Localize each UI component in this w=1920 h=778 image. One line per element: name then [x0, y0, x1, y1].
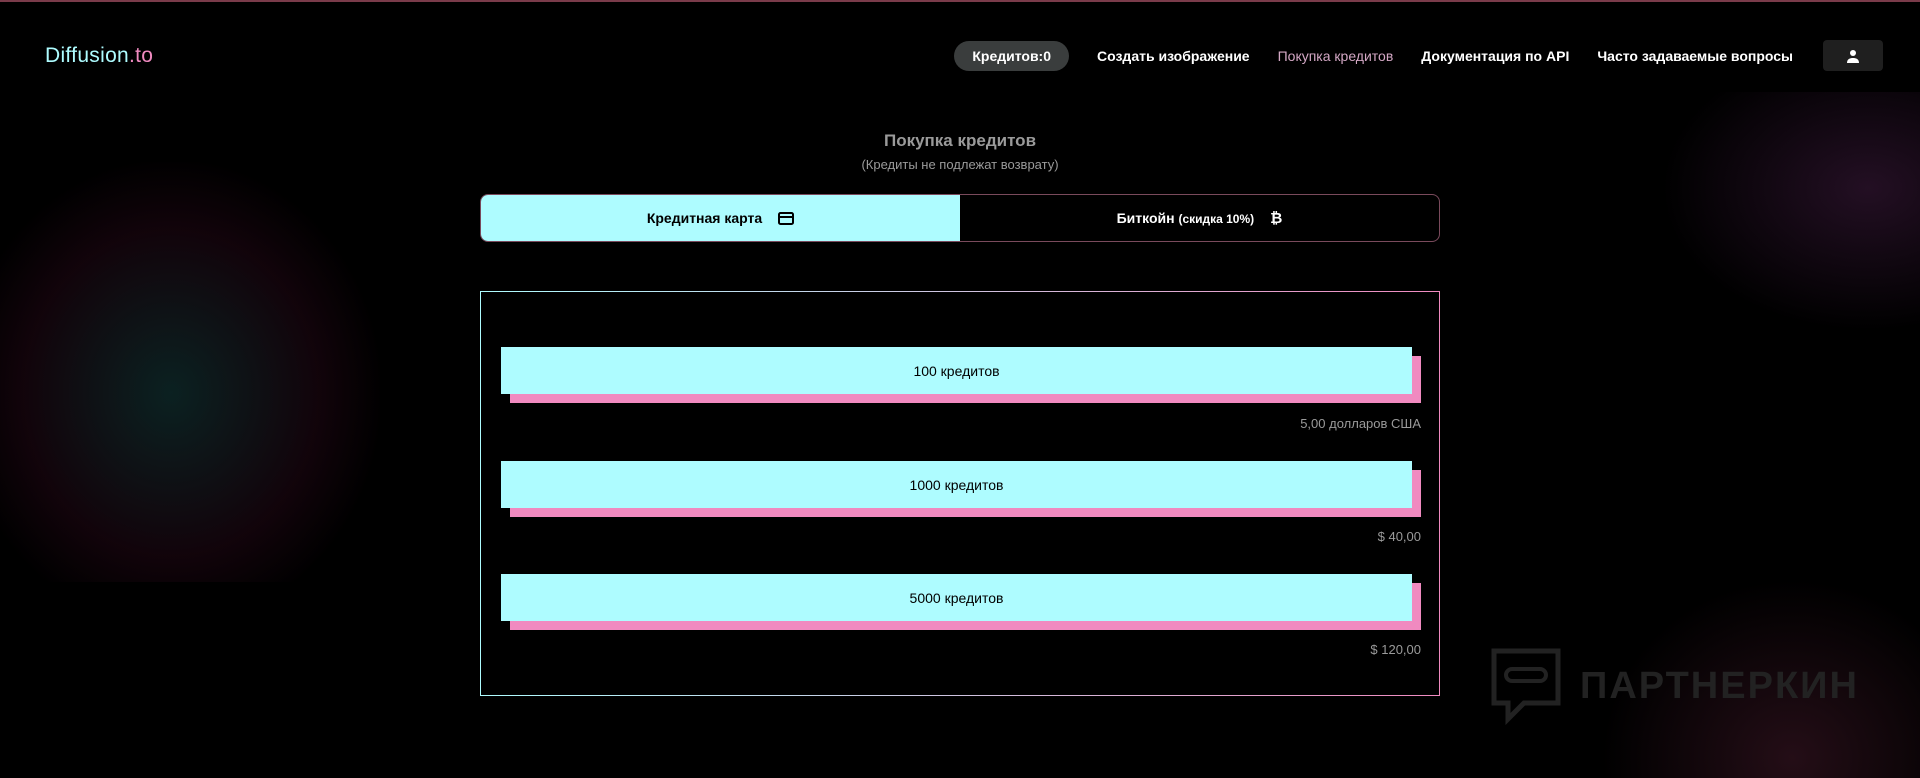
tab-label: Биткойн (скидка 10%): [1117, 210, 1255, 226]
credit-card-icon: [778, 211, 795, 225]
credits-badge[interactable]: Кредитов:0: [954, 40, 1069, 71]
tab-label: Кредитная карта: [646, 210, 763, 226]
credit-option: 100 кредитов 5,00 долларов США: [501, 347, 1421, 431]
buy-1000-credits-button[interactable]: 1000 кредитов: [501, 461, 1412, 508]
nav-api-docs[interactable]: Документация по API: [1421, 48, 1569, 64]
price: $ 120,00: [1370, 642, 1421, 657]
background-glow: [0, 162, 380, 582]
discount-note: (скидка 10%): [1178, 212, 1255, 226]
bitcoin-icon: ₿: [1270, 209, 1283, 227]
nav-faq[interactable]: Часто задаваемые вопросы: [1597, 48, 1793, 64]
user-icon: [1847, 49, 1859, 63]
tab-credit-card[interactable]: Кредитная карта: [481, 195, 960, 241]
background-glow: [1660, 92, 1920, 332]
top-nav: Кредитов:0 Создать изображение Покупка к…: [954, 40, 1883, 71]
buy-5000-credits-button[interactable]: 5000 кредитов: [501, 574, 1412, 621]
tab-bitcoin[interactable]: Биткойн (скидка 10%) ₿: [960, 195, 1439, 241]
payment-tabs: Кредитная карта Биткойн (скидка 10%) ₿: [480, 194, 1440, 242]
buy-100-credits-button[interactable]: 100 кредитов: [501, 347, 1412, 394]
price: 5,00 долларов США: [1300, 416, 1421, 431]
price: $ 40,00: [1377, 529, 1421, 544]
credit-option: 5000 кредитов $ 120,00: [501, 574, 1421, 657]
nav-create-image[interactable]: Создать изображение: [1097, 48, 1250, 64]
user-menu-button[interactable]: [1823, 40, 1883, 71]
credit-option: 1000 кредитов $ 40,00: [501, 461, 1421, 544]
tab-label-main: Биткойн: [1116, 210, 1175, 226]
watermark: ПАРТНЕРКИН: [1490, 647, 1859, 725]
watermark-text: ПАРТНЕРКИН: [1580, 664, 1859, 707]
page-subtitle: (Кредиты не подлежат возврату): [861, 157, 1059, 172]
page-title: Покупка кредитов: [883, 131, 1037, 150]
logo[interactable]: Diffusion.to: [45, 44, 153, 68]
nav-buy-credits[interactable]: Покупка кредитов: [1278, 48, 1394, 64]
credit-options-card: 100 кредитов 5,00 долларов США 1000 кред…: [480, 291, 1440, 696]
chat-logo-icon: [1491, 648, 1561, 725]
